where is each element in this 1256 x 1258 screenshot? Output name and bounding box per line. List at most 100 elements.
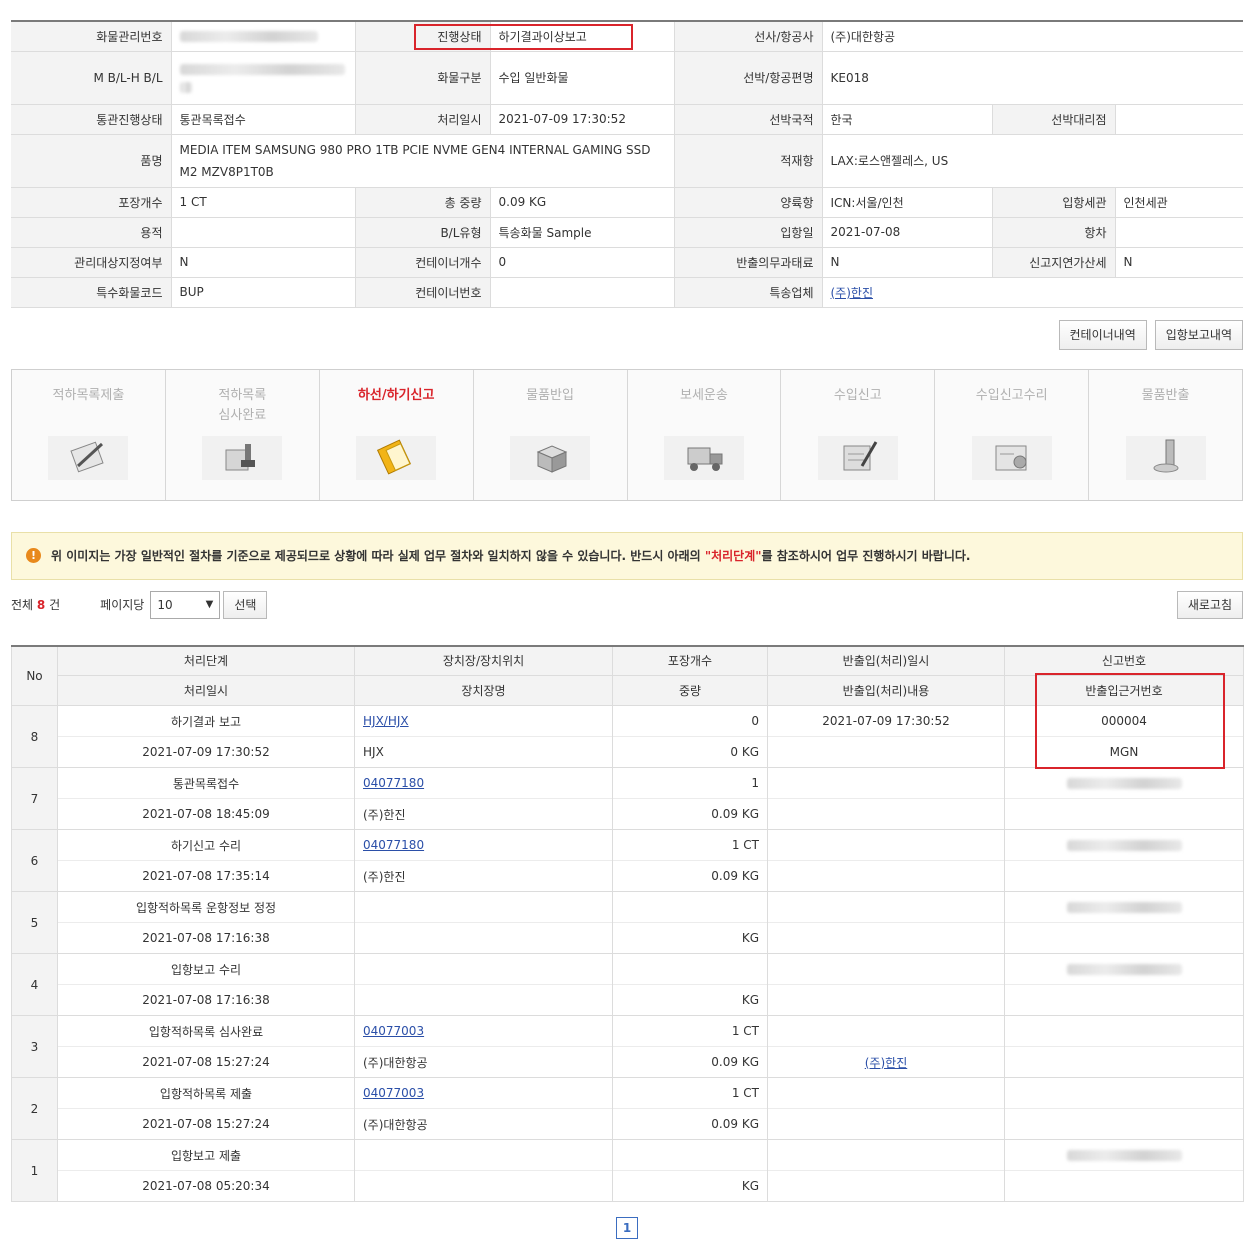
col-step-date: 처리일시 xyxy=(57,675,355,706)
row-warehouse xyxy=(354,953,613,985)
row-step: 입항보고 수리 xyxy=(57,953,355,985)
clipboard-pen-icon xyxy=(48,435,129,480)
row-pkg xyxy=(612,953,768,985)
step-label: 물품반출 xyxy=(1141,387,1190,403)
warehouse-link[interactable]: 04077180 xyxy=(363,776,424,790)
cargo-info-table: 화물관리번호 진행상태 하기결과이상보고 선사/항공사 (주)대한항공 M B/… xyxy=(11,20,1244,308)
col-warehouse-name: 장치장명 xyxy=(354,675,613,706)
row-weight: KG xyxy=(612,984,768,1016)
document-pen-icon xyxy=(817,435,898,480)
row-step: 하기신고 수리 xyxy=(57,829,355,861)
flight-value: KE018 xyxy=(822,50,1244,105)
step-7: 수입신고수리 xyxy=(935,369,1090,500)
row-no: 6 xyxy=(11,829,58,892)
warehouse-link[interactable]: 04077180 xyxy=(363,838,424,852)
row-warehouse: 04077003 xyxy=(354,1015,613,1047)
unloading-port-label: 양륙항 xyxy=(674,186,823,218)
row-no: 8 xyxy=(11,705,58,768)
row-release-content xyxy=(767,860,1005,892)
entry-date-value: 2021-07-08 xyxy=(822,216,993,248)
row-warehouse-name xyxy=(354,1170,613,1202)
row-no: 4 xyxy=(11,953,58,1016)
row-pkg: 1 CT xyxy=(612,1077,768,1109)
release-icon xyxy=(1125,435,1206,480)
row-warehouse-name: (주)대한항공 xyxy=(354,1108,613,1140)
express-link[interactable]: (주)한진 xyxy=(831,286,873,300)
row-release-date xyxy=(767,767,1005,799)
step-4: 물품반입 xyxy=(474,369,628,500)
table-row-sub: 2021-07-08 17:16:38 KG xyxy=(12,922,1244,954)
row-date: 2021-07-08 17:35:14 xyxy=(57,860,355,892)
container-history-button[interactable]: 컨테이너내역 xyxy=(1058,319,1147,350)
row-date: 2021-07-08 17:16:38 xyxy=(57,922,355,954)
cargo-no-label: 화물관리번호 xyxy=(11,20,172,52)
row-step: 입항보고 제출 xyxy=(57,1139,355,1171)
mbl-value xyxy=(171,50,356,105)
notice-text: 위 이미지는 가장 일반적인 절차를 기준으로 제공되므로 상황에 따라 실제 … xyxy=(51,547,970,564)
page-1-button[interactable]: 1 xyxy=(616,1217,638,1239)
row-pkg: 1 CT xyxy=(612,829,768,861)
row-step: 통관목록접수 xyxy=(57,767,355,799)
redacted-value xyxy=(1066,778,1182,789)
per-page-value: 10 xyxy=(157,597,173,612)
item-value: MEDIA ITEM SAMSUNG 980 PRO 1TB PCIE NVME… xyxy=(171,133,675,188)
nationality-label: 선박국적 xyxy=(674,103,823,135)
table-row: 7 통관목록접수 04077180 1 xyxy=(11,767,1244,830)
row-pkg xyxy=(612,1139,768,1171)
voyage-value xyxy=(1115,216,1244,248)
row-basis-no xyxy=(1004,1170,1244,1202)
customs-status-label: 통관진행상태 xyxy=(11,103,172,135)
row-release-date xyxy=(767,953,1005,985)
redacted-value xyxy=(1066,1150,1182,1161)
row-warehouse: 04077003 xyxy=(354,1077,613,1109)
row-warehouse: 04077180 xyxy=(354,767,613,799)
notice-highlight: "처리단계" xyxy=(704,549,762,563)
stamp-icon xyxy=(202,435,283,480)
row-pkg: 0 xyxy=(612,705,768,737)
special-code-value: BUP xyxy=(171,276,356,308)
entry-customs-label: 입항세관 xyxy=(992,186,1116,218)
table-row: 6 하기신고 수리 04077180 1 CT xyxy=(11,829,1244,892)
agent-value xyxy=(1115,103,1244,135)
flight-label: 선박/항공편명 xyxy=(674,50,823,105)
step-2: 적하목록 심사완료 xyxy=(166,369,320,500)
row-warehouse-name: (주)한진 xyxy=(354,798,613,830)
entry-report-history-button[interactable]: 입항보고내역 xyxy=(1154,319,1243,350)
table-row-sub: 2021-07-08 15:27:24 (주)대한항공 0.09 KG (주)한진 xyxy=(12,1046,1244,1078)
notice-banner: ! 위 이미지는 가장 일반적인 절차를 기준으로 제공되므로 상황에 따라 실… xyxy=(11,531,1243,580)
warehouse-link[interactable]: 04077003 xyxy=(363,1086,424,1100)
managed-value: N xyxy=(171,246,356,278)
row-no: 1 xyxy=(11,1139,58,1202)
choose-button[interactable]: 선택 xyxy=(223,590,268,619)
proc-date-value: 2021-07-09 17:30:52 xyxy=(490,103,675,135)
per-page-select[interactable]: 10 ▼ xyxy=(150,590,221,619)
table-row-sub: 2021-07-08 18:45:09 (주)한진 0.09 KG xyxy=(12,798,1244,830)
warehouse-link[interactable]: 04077003 xyxy=(363,1024,424,1038)
step-label: 하선/하기신고 xyxy=(357,387,435,403)
step-1: 적하목록제출 xyxy=(12,369,166,500)
refresh-button[interactable]: 새로고침 xyxy=(1176,590,1243,619)
express-value: (주)한진 xyxy=(822,276,1244,308)
row-weight: 0.09 KG xyxy=(612,1108,768,1140)
agent-label: 선박대리점 xyxy=(992,103,1116,135)
release-content-link[interactable]: (주)한진 xyxy=(865,1056,907,1070)
row-release-date xyxy=(767,829,1005,861)
pkg-label: 포장개수 xyxy=(11,186,172,218)
item-label: 품명 xyxy=(11,133,172,188)
redacted-value xyxy=(1066,964,1182,975)
redacted-value xyxy=(1066,840,1182,851)
warning-icon: ! xyxy=(26,548,41,563)
row-basis-no xyxy=(1004,1108,1244,1140)
warehouse-link[interactable]: HJX/HJX xyxy=(363,714,409,728)
row-release-date xyxy=(767,1015,1005,1047)
row-release-date xyxy=(767,891,1005,923)
row-report-no xyxy=(1004,829,1244,861)
row-weight: 0.09 KG xyxy=(612,798,768,830)
row-warehouse-name: (주)대한항공 xyxy=(354,1046,613,1078)
weight-value: 0.09 KG xyxy=(490,186,675,218)
col-weight: 중량 xyxy=(612,675,768,706)
container-no-value xyxy=(490,276,675,308)
step-5: 보세운송 xyxy=(628,369,782,500)
row-release-content xyxy=(767,736,1005,768)
row-weight: 0.09 KG xyxy=(612,860,768,892)
